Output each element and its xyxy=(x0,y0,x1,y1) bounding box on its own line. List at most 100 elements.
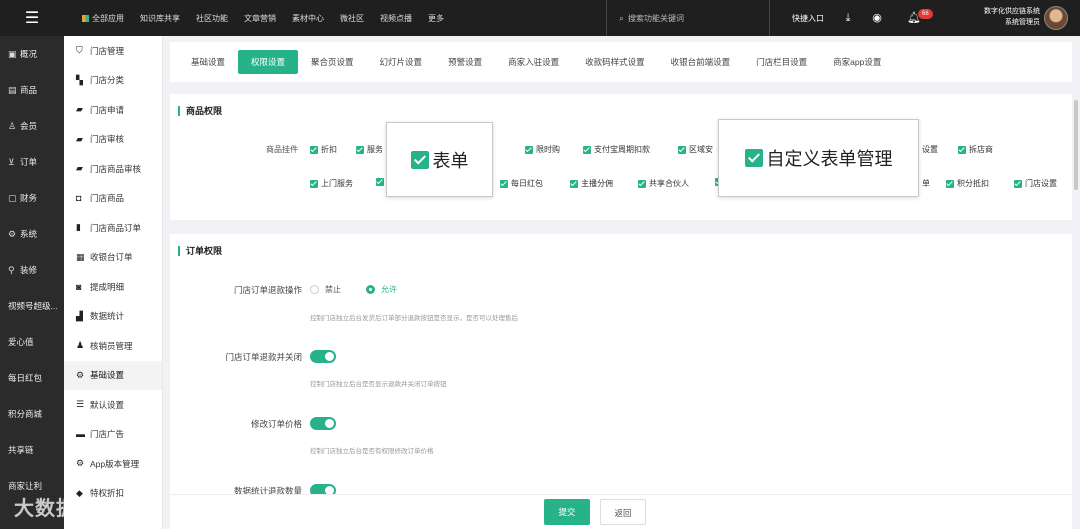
checkbox-share-partner[interactable]: 共享合伙人 xyxy=(638,178,689,189)
search-input[interactable]: ⌕ 搜索功能关键词 xyxy=(606,0,770,36)
top-nav-item[interactable]: 视频点播 xyxy=(372,13,420,24)
radio-icon xyxy=(366,285,375,294)
checkbox-setting[interactable]: 设置 xyxy=(922,144,938,155)
radio-icon xyxy=(310,285,319,294)
gear-icon: ⚙ xyxy=(8,228,17,239)
hamburger-icon[interactable]: ☰ xyxy=(0,0,64,36)
checkbox-service[interactable]: 服务 xyxy=(356,144,383,155)
top-nav-item[interactable]: 素材中心 xyxy=(284,13,332,24)
top-nav-item[interactable]: 知识库共享 xyxy=(132,13,188,24)
checkbox-discount[interactable]: 折扣 xyxy=(310,144,337,155)
top-nav-more[interactable]: 更多 xyxy=(420,13,452,24)
subnav-store-goods[interactable]: ◘ 门店商品 xyxy=(64,184,162,214)
sidebar-item-video[interactable]: 视频号超级... xyxy=(0,288,64,324)
checkbox-form[interactable]: 单 xyxy=(922,178,930,189)
subnav-store-manage[interactable]: ⛉ 门店管理 xyxy=(64,36,162,66)
sidebar-item-decoration[interactable]: ⚲ 装修 xyxy=(0,252,64,288)
checkbox-region[interactable]: 区域安 xyxy=(678,144,713,155)
sidebar-item-system[interactable]: ⚙ 系统 xyxy=(0,216,64,252)
checkbox-door-service[interactable]: 上门服务 xyxy=(310,178,353,189)
checkbox-daily-redpacket[interactable]: 每日红包 xyxy=(500,178,543,189)
refund-hint: 控制门店独立后台发货后订单部分退款按钮是否显示，是否可以处理售后 xyxy=(310,315,518,322)
store-icon: ⛉ xyxy=(76,45,83,56)
product-widget-label: 商品挂件 xyxy=(266,145,298,154)
subnav-verifier[interactable]: ♟ 核销员管理 xyxy=(64,331,162,361)
radio-forbid[interactable]: 禁止 xyxy=(310,284,341,295)
subnav-store-goods-audit[interactable]: ▰ 门店商品审核 xyxy=(64,154,162,184)
checkbox-split-merchant[interactable]: 拆店商 xyxy=(958,144,993,155)
users-icon: ♙ xyxy=(8,120,17,131)
checkbox-icon xyxy=(638,179,646,188)
tab-cashier-front[interactable]: 收银台前端设置 xyxy=(658,50,744,74)
avatar[interactable] xyxy=(1044,6,1068,30)
finance-icon: ▢ xyxy=(8,192,17,203)
checkbox-anchor-commission[interactable]: 主播分佣 xyxy=(570,178,613,189)
subnav-store-apply[interactable]: ▰ 门店申请 xyxy=(64,95,162,125)
subnav-store-ads[interactable]: ▬ 门店广告 xyxy=(64,420,162,450)
subnav-statistics[interactable]: ▟ 数据统计 xyxy=(64,302,162,332)
subnav-commission[interactable]: ◙ 提成明细 xyxy=(64,272,162,302)
main-sidebar: ▣ 概况 ▤ 商品 ♙ 会员 ⊻ 订单 ▢ 财务 ⚙ 系统 ⚲ 装修 视频号超级... 爱心值… xyxy=(0,36,64,529)
sidebar-item-redpacket[interactable]: 每日红包 xyxy=(0,360,64,396)
folder-icon: ▰ xyxy=(76,133,83,144)
subnav-store-category[interactable]: ▚ 门店分类 xyxy=(64,66,162,96)
download-icon[interactable]: ⤓ xyxy=(840,10,856,26)
submit-button[interactable]: 提交 xyxy=(544,499,590,525)
goods-icon: ▤ xyxy=(8,84,17,95)
brush-icon: ⚲ xyxy=(8,264,15,275)
order-permissions-card: 订单权限 门店订单退款操作 禁止 允许 控制门店独立后台发货后订单部分退款按钮是… xyxy=(170,234,1072,494)
back-button[interactable]: 返回 xyxy=(600,499,646,525)
top-bar: ☰ 全部应用 知识库共享 社区功能 文章营销 素材中心 微社区 视频点播 更多 … xyxy=(0,0,1080,36)
sidebar-item-love[interactable]: 爱心值 xyxy=(0,324,64,360)
sidebar-item-share-chain[interactable]: 共享链 xyxy=(0,432,64,468)
subnav-app-version[interactable]: ⚙ App版本管理 xyxy=(64,449,162,479)
modify-price-toggle[interactable] xyxy=(310,417,336,430)
checkbox-flash-sale[interactable]: 限时购 xyxy=(525,144,560,155)
tab-warning[interactable]: 预警设置 xyxy=(435,50,495,74)
bag-icon: ◘ xyxy=(76,193,82,204)
search-icon: ⌕ xyxy=(619,12,625,23)
sidebar-item-goods[interactable]: ▤ 商品 xyxy=(0,72,64,108)
top-nav-item[interactable]: 文章营销 xyxy=(236,13,284,24)
product-permissions-card: 商品权限 商品挂件 折扣 服务 限 限时购 支付宝周期扣款 区域安 设置 拆店商… xyxy=(170,94,1072,220)
checkbox-icon xyxy=(500,179,508,188)
tab-merchant-app[interactable]: 商家app设置 xyxy=(820,50,894,74)
checkbox-store-setting[interactable]: 门店设置 xyxy=(1014,178,1057,189)
quick-entry-link[interactable]: 快捷入口 xyxy=(792,0,824,36)
tab-slides[interactable]: 幻灯片设置 xyxy=(367,50,436,74)
subnav-default-settings[interactable]: ☰ 默认设置 xyxy=(64,390,162,420)
sidebar-item-points-mall[interactable]: 积分商城 xyxy=(0,396,64,432)
checkbox-icon xyxy=(1014,179,1022,188)
subnav-cashier-orders[interactable]: ▦ 收银台订单 xyxy=(64,243,162,273)
tab-merchant-entry[interactable]: 商家入驻设置 xyxy=(495,50,572,74)
tab-store-column[interactable]: 门店栏目设置 xyxy=(743,50,820,74)
callout-form: 表单 xyxy=(386,122,493,197)
tab-permissions[interactable]: 权限设置 xyxy=(238,50,299,74)
checkbox-alipay-cycle[interactable]: 支付宝周期扣款 xyxy=(583,144,650,155)
tab-basic[interactable]: 基础设置 xyxy=(178,50,238,74)
subnav-store-goods-orders[interactable]: ▮ 门店商品订单 xyxy=(64,213,162,243)
sidebar-item-members[interactable]: ♙ 会员 xyxy=(0,108,64,144)
sidebar-item-orders[interactable]: ⊻ 订单 xyxy=(0,144,64,180)
user-info[interactable]: 数字化供应链系统 系统管理员 xyxy=(984,6,1040,28)
tab-qr-style[interactable]: 收款码样式设置 xyxy=(572,50,658,74)
subnav-store-audit[interactable]: ▰ 门店审核 xyxy=(64,125,162,155)
sub-sidebar: ⛉ 门店管理 ▚ 门店分类 ▰ 门店申请 ▰ 门店审核 ▰ 门店商品审核 ◘ 门店商品 ▮ 门… xyxy=(64,36,163,529)
scrollbar[interactable] xyxy=(1074,100,1078,190)
radio-allow[interactable]: 允许 xyxy=(366,284,397,295)
refund-close-toggle[interactable] xyxy=(310,350,336,363)
sidebar-item-overview[interactable]: ▣ 概况 xyxy=(0,36,64,72)
partial-refund-toggle[interactable] xyxy=(310,484,336,494)
settings-tabs: 基础设置 权限设置 聚合页设置 幻灯片设置 预警设置 商家入驻设置 收款码样式设… xyxy=(170,42,1072,82)
tab-aggregate-page[interactable]: 聚合页设置 xyxy=(298,50,367,74)
checkbox-points-deduct[interactable]: 积分抵扣 xyxy=(946,178,989,189)
sidebar-item-finance[interactable]: ▢ 财务 xyxy=(0,180,64,216)
dashboard-icon: ▣ xyxy=(8,48,17,59)
subnav-basic-settings[interactable]: ⚙ 基础设置 xyxy=(64,360,162,390)
robot-icon[interactable]: ◉ xyxy=(869,10,885,26)
folder-icon: ▰ xyxy=(76,163,83,174)
top-nav-item[interactable]: 社区功能 xyxy=(188,13,236,24)
checkbox-icon xyxy=(583,145,591,154)
top-nav-all-apps[interactable]: 全部应用 xyxy=(74,13,132,24)
top-nav-item[interactable]: 微社区 xyxy=(332,13,372,24)
